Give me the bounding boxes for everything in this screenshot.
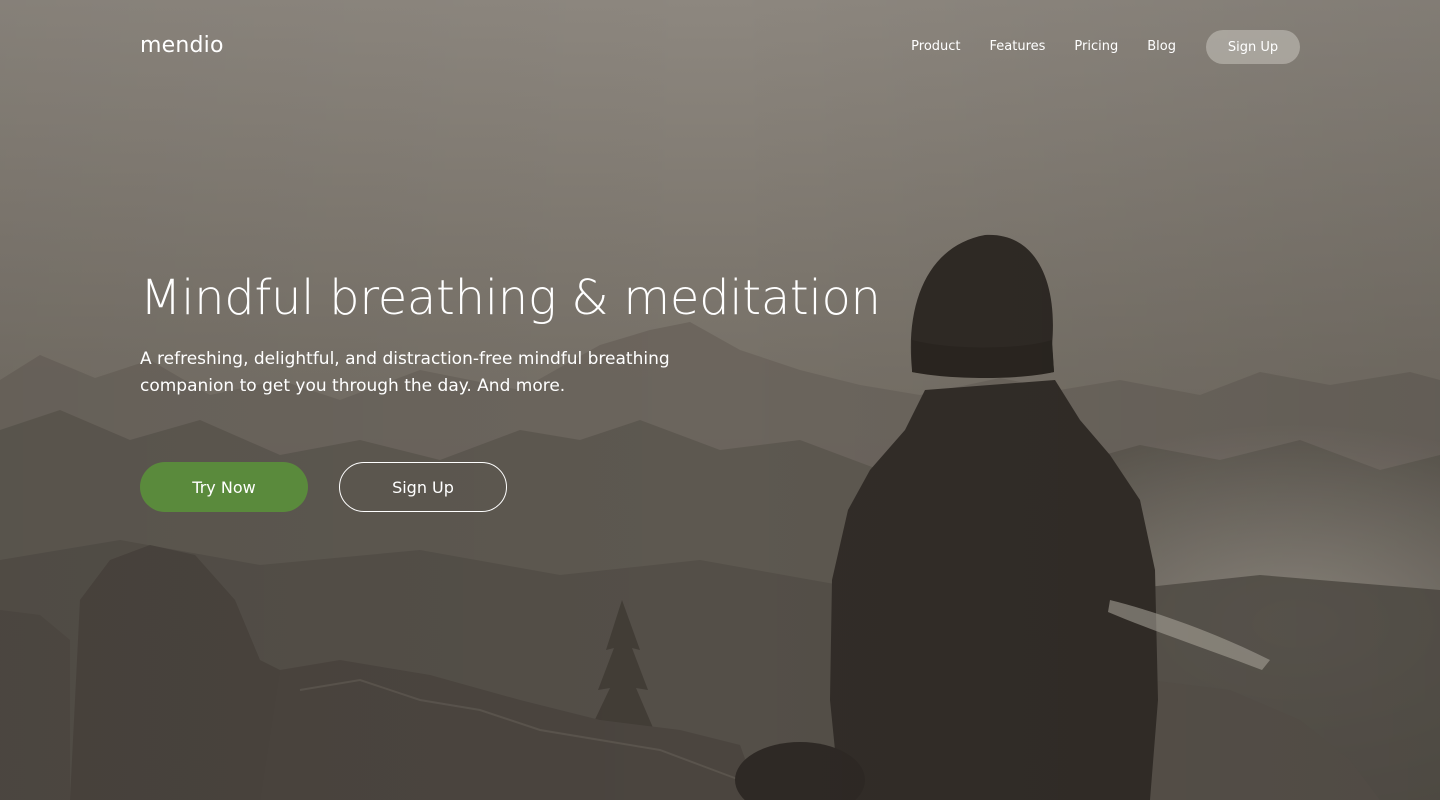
hero-subtitle: A refreshing, delightful, and distractio… (140, 349, 670, 396)
hero-background-photo (0, 0, 1440, 800)
nav-signup-button[interactable]: Sign Up (1206, 30, 1300, 64)
nav-links: Product Features Pricing Blog Sign Up (911, 30, 1300, 64)
nav-link-product[interactable]: Product (911, 30, 960, 64)
nav-link-blog[interactable]: Blog (1147, 30, 1176, 64)
nav-link-pricing[interactable]: Pricing (1074, 30, 1118, 64)
nav-link-features[interactable]: Features (990, 30, 1046, 64)
try-now-button[interactable]: Try Now (140, 462, 308, 512)
top-navigation: mendio Product Features Pricing Blog Sig… (0, 0, 1440, 94)
brand-logo[interactable]: mendio (140, 31, 224, 61)
hero-headline: Mindful breathing & meditation (140, 270, 881, 326)
hero-section: mendio Product Features Pricing Blog Sig… (0, 0, 1440, 800)
hero-signup-button[interactable]: Sign Up (339, 462, 507, 512)
